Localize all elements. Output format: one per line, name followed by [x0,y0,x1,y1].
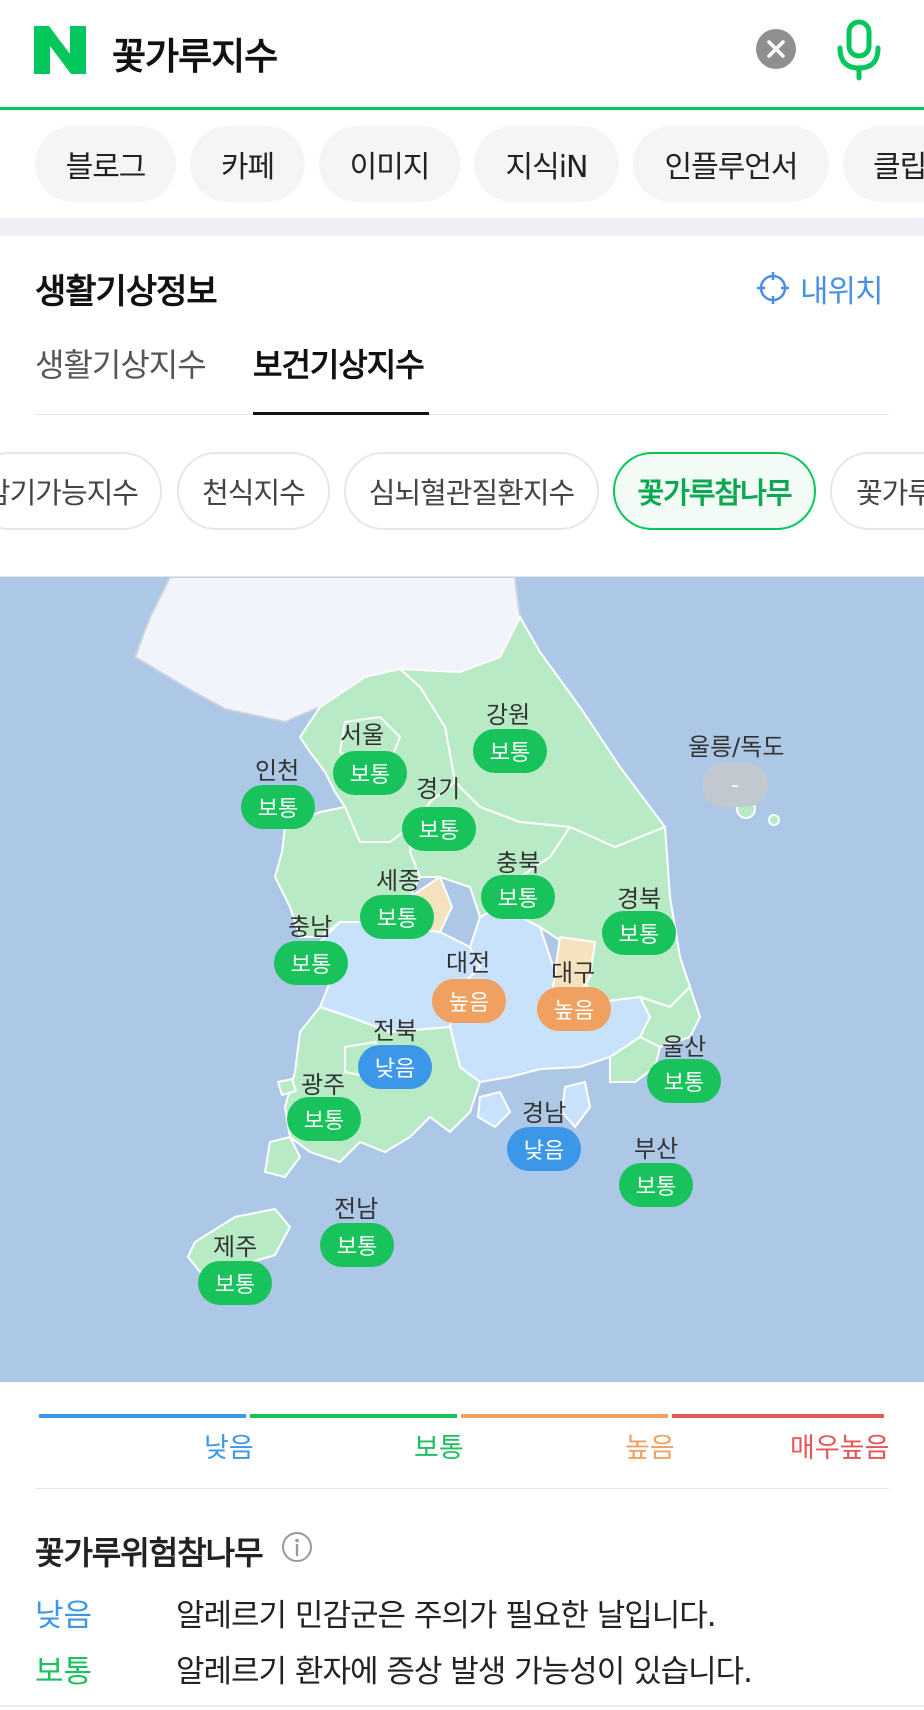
index-chip-row: 감기가능지수 천식지수 심뇌혈관질환지수 꽃가루참나무 꽃가루 [0,450,924,532]
risk-level-normal: 보통 [35,1654,93,1690]
region-badge-gwangju[interactable]: 보통 [287,1097,361,1141]
region-badge-chungnam[interactable]: 보통 [274,941,348,985]
index-chip-pollen-oak[interactable]: 꽃가루참나무 [613,452,816,530]
region-badge-jeonbuk[interactable]: 낮음 [358,1045,432,1089]
bottom-divider [0,1705,924,1707]
index-chip-cardio[interactable]: 심뇌혈관질환지수 [344,452,599,530]
region-label-incheon: 인천 [255,757,300,785]
legend-label-high: 높음 [625,1433,675,1464]
legend-bar-high [461,1414,668,1418]
region-label-gyeongnam: 경남 [522,1099,567,1127]
region-badge-gyeonggi[interactable]: 보통 [402,807,476,851]
section-separator [0,218,924,236]
region-label-jeonnam: 전남 [334,1195,379,1223]
legend-bar-low [39,1414,246,1418]
risk-desc-normal: 알레르기 환자에 증상 발생 가능성이 있습니다. [176,1654,753,1690]
region-label-gyeonggi: 경기 [416,775,461,803]
search-input[interactable]: 꽃가루지수 [112,26,278,80]
legend-bar-very-high [672,1414,884,1418]
category-chip-cafe[interactable]: 카페 [190,126,305,202]
index-chip-asthma[interactable]: 천식지수 [177,452,330,530]
region-label-ulleung: 울릉/독도 [688,733,785,761]
risk-desc-low: 알레르기 민감군은 주의가 필요한 날입니다. [176,1598,717,1634]
region-badge-chungbuk[interactable]: 보통 [481,875,555,919]
region-label-gangwon: 강원 [486,701,531,729]
category-chip-clip[interactable]: 클립 [843,126,924,202]
region-badge-daejeon[interactable]: 높음 [432,979,506,1023]
region-label-chungnam: 충남 [288,913,333,941]
legend-label-very-high: 매우높음 [790,1433,890,1464]
section-title: 생활기상정보 [35,272,218,312]
tab-divider [35,414,889,415]
category-chip-influencer[interactable]: 인플루언서 [633,126,829,202]
my-location-button[interactable]: 내위치 [756,268,884,310]
region-badge-ulleung[interactable]: - [702,763,768,807]
tab-life-weather[interactable]: 생활기상지수 [35,340,207,386]
legend-bar-normal [250,1414,457,1418]
microphone-icon[interactable] [832,18,886,82]
region-badge-jeonnam[interactable]: 보통 [320,1223,394,1267]
my-location-label: 내위치 [800,273,884,310]
tab-active-indicator [253,412,429,415]
risk-title: 꽃가루위험참나무 [35,1534,264,1572]
pollen-map: 서울 보통 강원 보통 울릉/독도 - 인천 보통 경기 보통 충북 보통 세종… [0,576,924,1382]
clear-icon[interactable] [756,29,796,69]
region-label-daegu: 대구 [551,959,596,987]
region-badge-jeju[interactable]: 보통 [198,1261,272,1305]
region-label-jeonbuk: 전북 [373,1017,418,1045]
category-chip-image[interactable]: 이미지 [319,126,460,202]
region-label-sejong: 세종 [376,867,421,895]
region-label-seoul: 서울 [340,721,385,749]
region-badge-sejong[interactable]: 보통 [360,895,434,939]
category-chip-kin[interactable]: 지식iN [474,126,619,202]
region-label-chungbuk: 충북 [496,849,541,877]
region-badge-busan[interactable]: 보통 [619,1163,693,1207]
region-label-ulsan: 울산 [662,1033,707,1061]
region-badge-gyeongnam[interactable]: 낮음 [507,1127,581,1171]
region-badge-daegu[interactable]: 높음 [537,987,611,1031]
category-tabs: 블로그 카페 이미지 지식iN 인플루언서 클립 [0,124,924,204]
legend-divider [35,1488,889,1489]
category-chip-blog[interactable]: 블로그 [35,126,176,202]
tab-health-weather[interactable]: 보건기상지수 [253,340,425,386]
risk-level-low: 낮음 [35,1598,93,1634]
region-badge-gangwon[interactable]: 보통 [473,729,547,773]
region-label-jeju: 제주 [213,1233,258,1261]
region-label-gyeongbuk: 경북 [617,885,662,913]
index-chip-pollen[interactable]: 꽃가루 [830,452,924,530]
legend-label-low: 낮음 [204,1433,254,1464]
naver-logo-icon[interactable] [34,24,86,76]
region-badge-gyeongbuk[interactable]: 보통 [602,911,676,955]
region-label-daejeon: 대전 [446,949,491,977]
search-bar: 꽃가루지수 [0,0,924,110]
info-icon[interactable] [280,1530,314,1564]
region-label-gwangju: 광주 [301,1071,346,1099]
legend-label-normal: 보통 [414,1433,464,1464]
region-label-busan: 부산 [634,1135,679,1163]
region-badge-incheon[interactable]: 보통 [241,785,315,829]
region-badge-seoul[interactable]: 보통 [333,751,407,795]
crosshair-icon [757,272,789,304]
index-chip-cold[interactable]: 감기가능지수 [0,452,162,530]
region-badge-ulsan[interactable]: 보통 [647,1059,721,1103]
